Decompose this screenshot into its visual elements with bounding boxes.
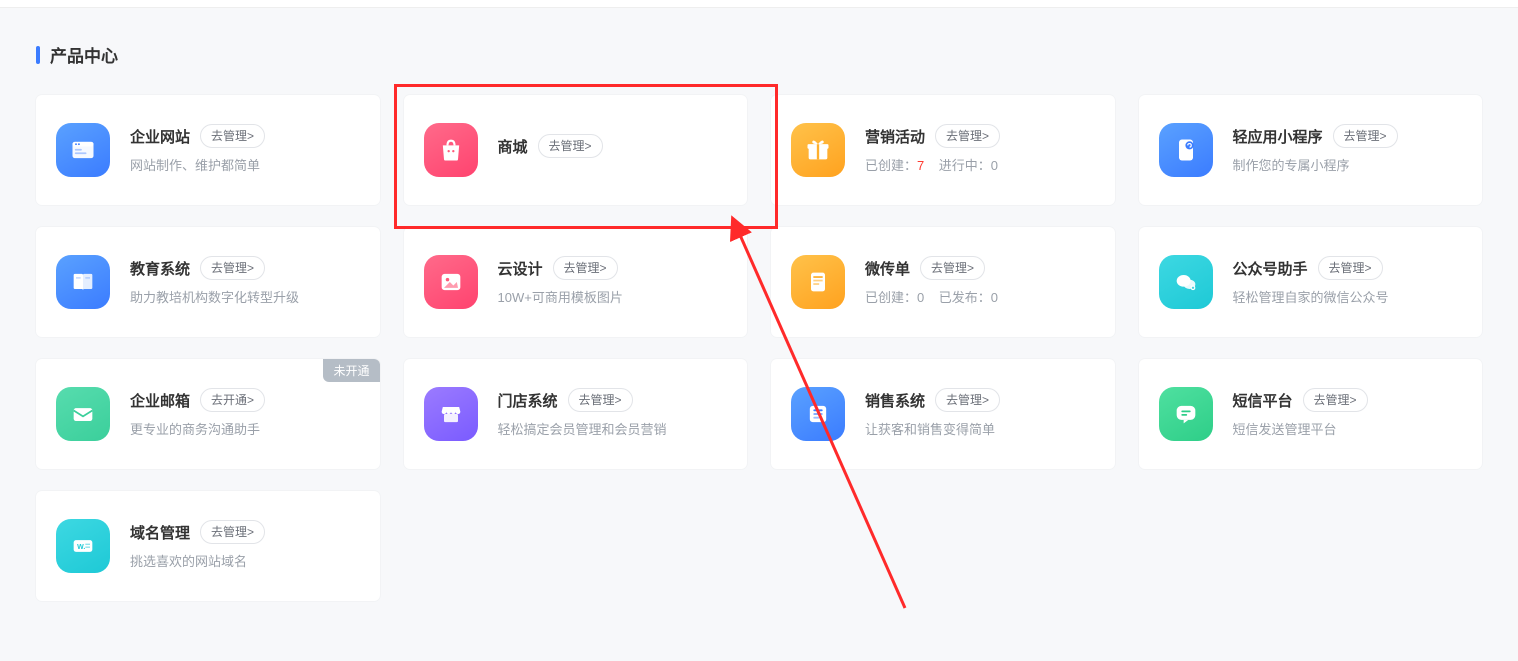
card-stats: 已创建：0 已发布：0 (865, 288, 1095, 308)
card-domain[interactable]: W. 域名管理 去管理> 挑选喜欢的网站域名 (36, 491, 380, 601)
manage-button[interactable]: 去管理> (1333, 124, 1398, 148)
card-desc: 轻松搞定会员管理和会员营销 (498, 420, 728, 440)
card-title: 域名管理 (130, 522, 190, 543)
card-desc: 更专业的商务沟通助手 (130, 420, 360, 440)
card-title: 轻应用小程序 (1233, 126, 1323, 147)
store-icon (424, 387, 478, 441)
image-icon (424, 255, 478, 309)
top-divider (0, 0, 1518, 8)
card-desc: 挑选喜欢的网站域名 (130, 552, 360, 572)
product-grid: 企业网站 去管理> 网站制作、维护都简单 商城 去管理> (36, 95, 1482, 601)
card-title: 营销活动 (865, 126, 925, 147)
card-title: 门店系统 (498, 390, 558, 411)
card-title: 企业网站 (130, 126, 190, 147)
card-title: 微传单 (865, 258, 910, 279)
manage-button[interactable]: 去管理> (935, 124, 1000, 148)
card-design[interactable]: 云设计 去管理> 10W+可商用模板图片 (404, 227, 748, 337)
accent-bar (36, 46, 40, 64)
wechat-icon (1159, 255, 1213, 309)
product-center-section: 产品中心 企业网站 去管理> 网站制作、维护都简单 商城 (0, 8, 1518, 601)
manage-button[interactable]: 去管理> (1318, 256, 1383, 280)
card-title: 短信平台 (1233, 390, 1293, 411)
card-title: 商城 (498, 136, 528, 157)
card-sales[interactable]: 销售系统 去管理> 让获客和销售变得简单 (771, 359, 1115, 469)
svg-text:W.: W. (77, 544, 85, 551)
card-miniprogram[interactable]: 轻应用小程序 去管理> 制作您的专属小程序 (1139, 95, 1483, 205)
card-website[interactable]: 企业网站 去管理> 网站制作、维护都简单 (36, 95, 380, 205)
card-desc: 制作您的专属小程序 (1233, 156, 1463, 176)
manage-button[interactable]: 去管理> (553, 256, 618, 280)
domain-icon: W. (56, 519, 110, 573)
miniprogram-icon (1159, 123, 1213, 177)
card-title: 公众号助手 (1233, 258, 1308, 279)
stats-pub-val: 0 (991, 290, 998, 305)
chat-icon (1159, 387, 1213, 441)
stats-created-label: 已创建： (865, 158, 917, 173)
card-desc: 让获客和销售变得简单 (865, 420, 1095, 440)
card-title: 云设计 (498, 258, 543, 279)
card-store[interactable]: 门店系统 去管理> 轻松搞定会员管理和会员营销 (404, 359, 748, 469)
stats-created-val: 0 (917, 290, 924, 305)
manage-button[interactable]: 去管理> (935, 388, 1000, 412)
open-button[interactable]: 去开通> (200, 388, 265, 412)
manage-button[interactable]: 去管理> (200, 124, 265, 148)
book-icon (56, 255, 110, 309)
stats-created-label: 已创建： (865, 290, 917, 305)
stats-running-val: 0 (991, 158, 998, 173)
card-mall[interactable]: 商城 去管理> (404, 95, 748, 205)
card-desc: 10W+可商用模板图片 (498, 288, 728, 308)
manage-button[interactable]: 去管理> (538, 134, 603, 158)
gift-icon (791, 123, 845, 177)
unopened-badge: 未开通 (323, 359, 379, 382)
mail-icon (56, 387, 110, 441)
manage-button[interactable]: 去管理> (920, 256, 985, 280)
manage-button[interactable]: 去管理> (568, 388, 633, 412)
flyer-icon (791, 255, 845, 309)
card-flyer[interactable]: 微传单 去管理> 已创建：0 已发布：0 (771, 227, 1115, 337)
list-icon (791, 387, 845, 441)
card-title: 销售系统 (865, 390, 925, 411)
manage-button[interactable]: 去管理> (200, 256, 265, 280)
card-title: 教育系统 (130, 258, 190, 279)
card-education[interactable]: 教育系统 去管理> 助力教培机构数字化转型升级 (36, 227, 380, 337)
card-desc: 网站制作、维护都简单 (130, 156, 360, 176)
stats-running-label: 进行中： (939, 158, 991, 173)
card-title: 企业邮箱 (130, 390, 190, 411)
card-sms[interactable]: 短信平台 去管理> 短信发送管理平台 (1139, 359, 1483, 469)
card-marketing[interactable]: 营销活动 去管理> 已创建：7 进行中：0 (771, 95, 1115, 205)
stats-pub-label: 已发布： (939, 290, 991, 305)
manage-button[interactable]: 去管理> (1303, 388, 1368, 412)
stats-created-val: 7 (917, 158, 924, 173)
shopping-bag-icon (424, 123, 478, 177)
card-desc: 轻松管理自家的微信公众号 (1233, 288, 1463, 308)
card-stats: 已创建：7 进行中：0 (865, 156, 1095, 176)
card-wechat[interactable]: 公众号助手 去管理> 轻松管理自家的微信公众号 (1139, 227, 1483, 337)
manage-button[interactable]: 去管理> (200, 520, 265, 544)
website-icon (56, 123, 110, 177)
card-desc: 短信发送管理平台 (1233, 420, 1463, 440)
section-title-text: 产品中心 (50, 42, 118, 67)
card-mail[interactable]: 未开通 企业邮箱 去开通> 更专业的商务沟通助手 (36, 359, 380, 469)
card-desc: 助力教培机构数字化转型升级 (130, 288, 360, 308)
section-title: 产品中心 (36, 42, 1482, 67)
